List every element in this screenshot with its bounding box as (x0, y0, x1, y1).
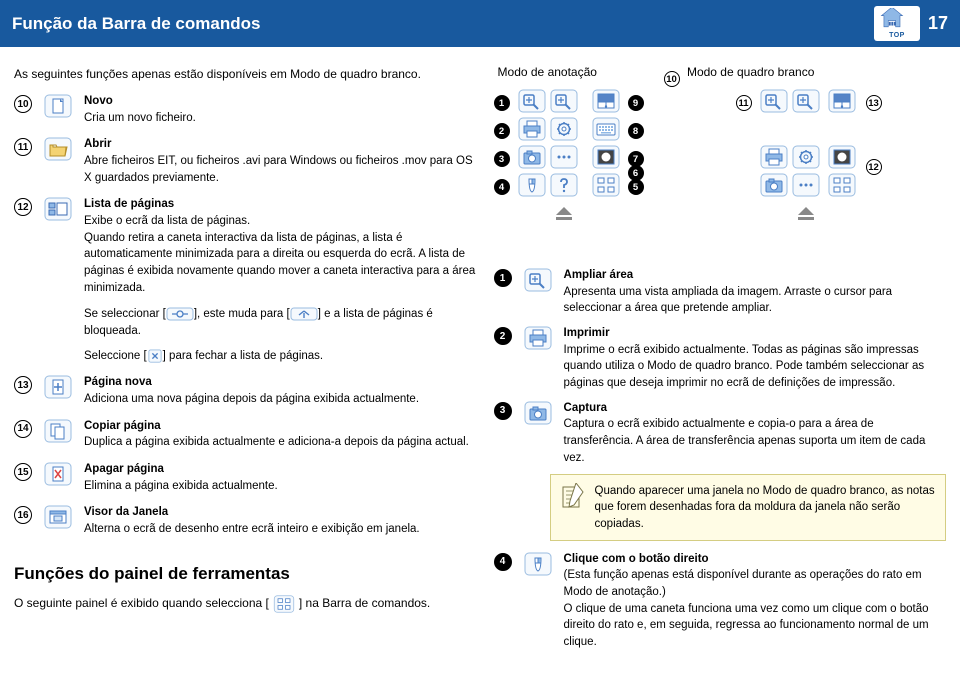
intro-text: As seguintes funções apenas estão dispon… (14, 65, 476, 83)
dnum-b11: 11 (736, 95, 752, 111)
new-icon (42, 93, 74, 119)
dnum-b12: 12 (866, 159, 882, 175)
function-row-13: 13 Página nova Adiciona uma nova página … (14, 374, 476, 415)
print-icon-desc (522, 325, 554, 351)
close-instruction: Seleccione [] para fechar a lista de pág… (84, 348, 476, 365)
camera-icon-b (760, 173, 788, 197)
page-title: Função da Barra de comandos (12, 14, 260, 34)
keyboard-icon (592, 117, 620, 141)
shade-icon-b (828, 89, 856, 113)
header-right: TOP 17 (874, 6, 948, 41)
shade-icon (592, 89, 620, 113)
right-item-2: 2 Imprimir Imprime o ecrã exibido actual… (494, 325, 946, 392)
tools-icon-b (828, 173, 856, 197)
black-3: 3 (494, 402, 512, 420)
bottom-text: O seguinte painel é exibido quando selec… (14, 594, 476, 613)
function-row-11: 11 Abrir Abre ficheiros EIT, ou ficheiro… (14, 136, 476, 194)
dnum-b13: 13 (866, 95, 882, 111)
open-icon (42, 136, 74, 162)
zoom-icon-desc (522, 267, 554, 293)
dnum-1: 1 (494, 95, 510, 111)
pin-instruction: Se seleccionar [], este muda para [] e a… (84, 306, 476, 339)
zoom2-icon (550, 89, 578, 113)
close-icon (147, 349, 163, 363)
mode-annotation-label: Modo de anotação (498, 65, 597, 79)
eject-icon-b (792, 205, 820, 223)
mode-headers: Modo de anotação Modo de quadro branco (494, 65, 946, 79)
eject-icon (550, 205, 578, 223)
pagelist-icon (42, 196, 74, 222)
function-row-10: 10 Novo Cria um novo ficheiro. (14, 93, 476, 134)
function-row-15: 15 Apagar página Elimina a página exibid… (14, 461, 476, 502)
zoom-icon-b (760, 89, 788, 113)
circled-12: 12 (14, 198, 32, 216)
dnum-9: 9 (628, 95, 644, 111)
camera-icon-desc (522, 400, 554, 426)
dnum-5: 5 (628, 179, 644, 195)
function-row-12: 12 Lista de páginas Exibe o ecrã da list… (14, 196, 476, 304)
right-item-3: 3 Captura Captura o ecrã exibido actualm… (494, 400, 946, 467)
pin-icon (166, 307, 194, 321)
dnum-2: 2 (494, 123, 510, 139)
note-box: Quando aparecer uma janela no Modo de qu… (550, 474, 946, 540)
circled-11: 11 (14, 138, 32, 156)
right-item-1: 1 Ampliar área Apresenta uma vista ampli… (494, 267, 946, 317)
spotlight-icon-b (828, 145, 856, 169)
black-2: 2 (494, 327, 512, 345)
pagenew-icon (42, 374, 74, 400)
section-title: Funções do painel de ferramentas (14, 564, 476, 584)
dnum-10: 10 (664, 71, 680, 87)
circled-10: 10 (14, 95, 32, 113)
tools-panel-icon (269, 595, 299, 613)
zoom-icon (518, 89, 546, 113)
home-top-badge[interactable]: TOP (874, 6, 920, 41)
function-row-12b: Se seleccionar [], este muda para [] e a… (14, 306, 476, 372)
dnum-8: 8 (628, 123, 644, 139)
camera-icon (518, 145, 546, 169)
pin-locked-icon (290, 307, 318, 321)
right-item-4: 4 Clique com o botão direito (Esta funçã… (494, 551, 946, 651)
zoom2-icon-b (792, 89, 820, 113)
tools-icon (592, 173, 620, 197)
dnum-3: 3 (494, 151, 510, 167)
black-4: 4 (494, 553, 512, 571)
dnum-4: 4 (494, 179, 510, 195)
print-icon (518, 117, 546, 141)
function-row-16: 16 Visor da Janela Alterna o ecrã de des… (14, 504, 476, 545)
page-number: 17 (928, 13, 948, 34)
dots-icon (550, 145, 578, 169)
pagecopy-icon (42, 418, 74, 444)
diagram-annotation: 1 2 3 4 10 9 8 7 6 (494, 83, 696, 243)
window-icon (42, 504, 74, 530)
print-icon-b (760, 145, 788, 169)
gear-icon (550, 117, 578, 141)
spotlight-icon (592, 145, 620, 169)
note-icon (561, 483, 585, 531)
circled-16: 16 (14, 506, 32, 524)
function-row-14: 14 Copiar página Duplica a página exibid… (14, 418, 476, 459)
dots-icon-b (792, 173, 820, 197)
circled-14: 14 (14, 420, 32, 438)
mouse-icon-desc (522, 551, 554, 577)
mouse-icon (518, 173, 546, 197)
page-header: Função da Barra de comandos TOP 17 (0, 0, 960, 47)
mode-whiteboard-label: Modo de quadro branco (687, 65, 814, 79)
diagram-whiteboard: 11 13 12 (736, 83, 906, 243)
gear-icon-b (792, 145, 820, 169)
black-1: 1 (494, 269, 512, 287)
circled-15: 15 (14, 463, 32, 481)
circled-13: 13 (14, 376, 32, 394)
help-icon (550, 173, 578, 197)
pagedel-icon (42, 461, 74, 487)
